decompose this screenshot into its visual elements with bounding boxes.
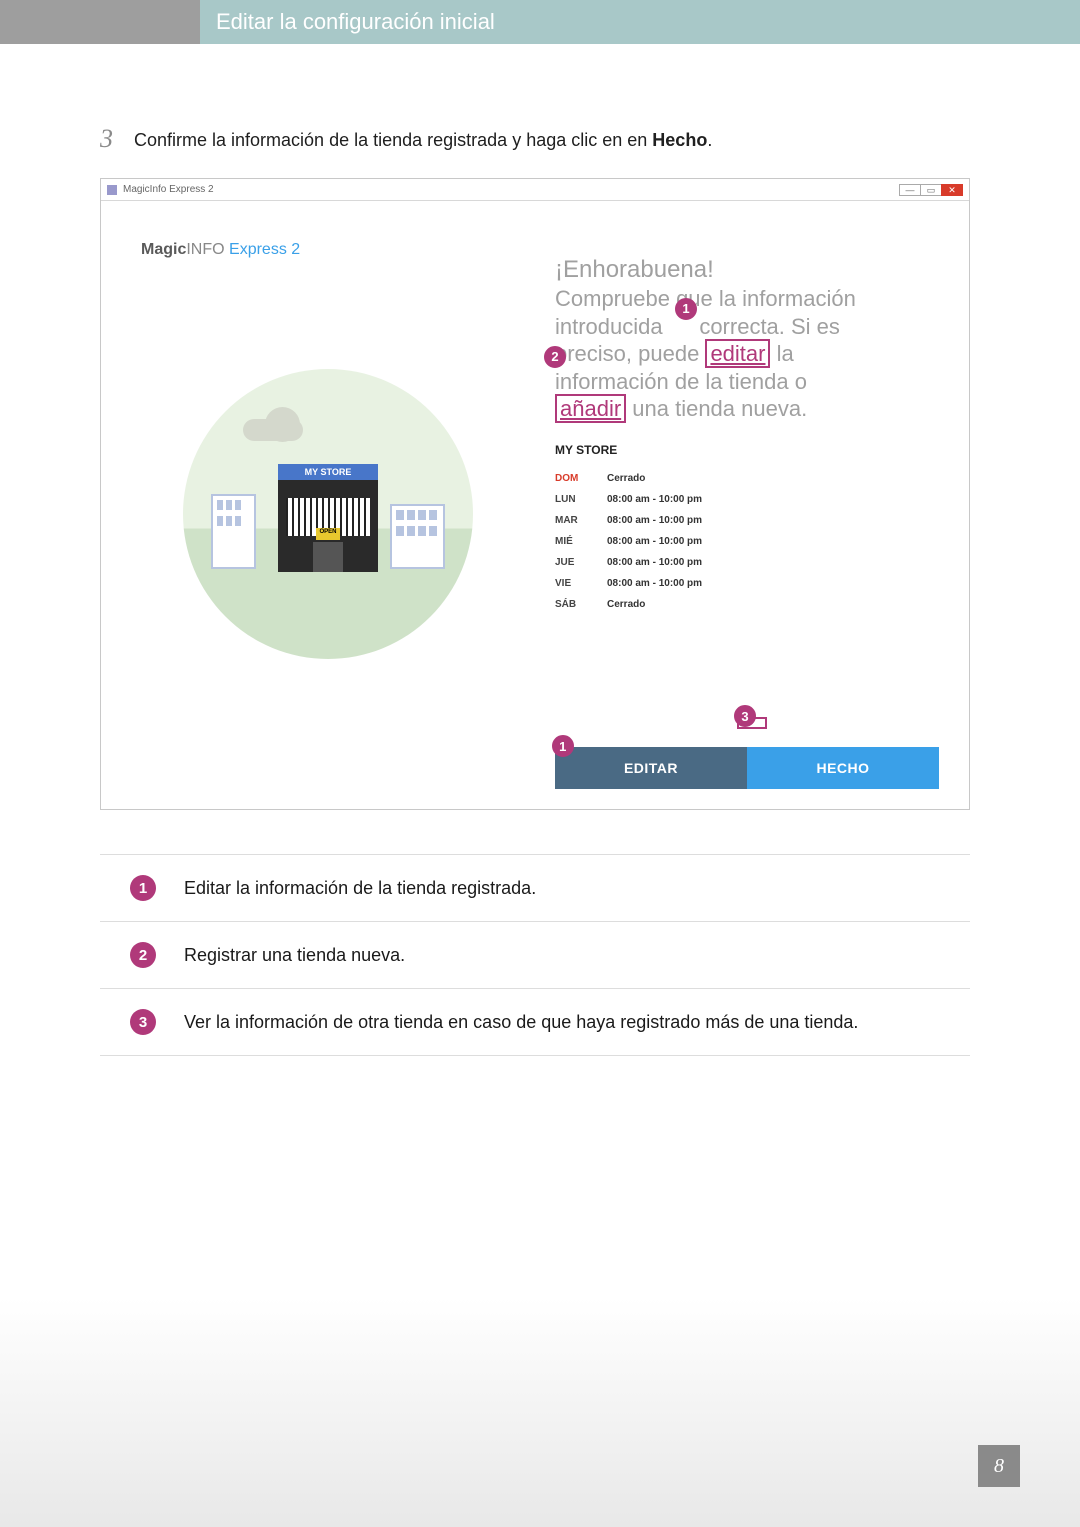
store-name-label: MY STORE [555, 443, 939, 457]
page-content: 3 Confirme la información de la tienda r… [0, 44, 1080, 1056]
app-right-pane: ¡Enhorabuena! Compruebe que la informaci… [535, 201, 969, 809]
hours-row: SÁB Cerrado [555, 599, 939, 610]
hours-value: 08:00 am - 10:00 pm [607, 515, 702, 526]
window-titlebar: MagicInfo Express 2 — ▭ ✕ [101, 179, 969, 201]
hours-row: VIE 08:00 am - 10:00 pm [555, 578, 939, 589]
pager-wrap: 3 [737, 717, 767, 729]
hours-row: LUN 08:00 am - 10:00 pm [555, 494, 939, 505]
hours-value: 08:00 am - 10:00 pm [607, 494, 702, 505]
day-label: DOM [555, 473, 585, 484]
congrats-line: preciso, puede editar la [555, 340, 939, 368]
congrats-line: introducida correcta. Si es [555, 313, 939, 341]
legend-text: Ver la información de otra tienda en cas… [184, 1012, 858, 1033]
step-row: 3 Confirme la información de la tienda r… [100, 124, 974, 154]
hours-row: MIÉ 08:00 am - 10:00 pm [555, 536, 939, 547]
day-label: SÁB [555, 599, 585, 610]
logo-info: INFO [186, 241, 224, 258]
step-text-bold: Hecho [652, 130, 707, 150]
app-screenshot: MagicInfo Express 2 — ▭ ✕ MagicINFO Expr… [100, 178, 970, 810]
legend-text: Registrar una tienda nueva. [184, 945, 405, 966]
legend-num: 1 [130, 875, 156, 901]
congrats-l3b: la [770, 341, 793, 366]
legend-row: 2 Registrar una tienda nueva. [100, 921, 970, 988]
callout-3: 3 [734, 705, 756, 727]
building-right-icon [390, 504, 445, 569]
legend-text: Editar la información de la tienda regis… [184, 878, 536, 899]
page-title: Editar la configuración inicial [200, 0, 1080, 44]
congrats-line: Compruebe que la información [555, 285, 939, 313]
app-body: MagicINFO Express 2 M [101, 201, 969, 809]
congrats-l5b: una tienda nueva. [626, 396, 807, 421]
legend-table: 1 Editar la información de la tienda reg… [100, 854, 970, 1056]
page-header: Editar la configuración inicial [0, 0, 1080, 44]
minimize-button[interactable]: — [899, 184, 921, 196]
step-text-a: Confirme la información de la tienda reg… [134, 130, 652, 150]
page-number: 8 [978, 1445, 1020, 1487]
day-label: JUE [555, 557, 585, 568]
legend-row: 3 Ver la información de otra tienda en c… [100, 988, 970, 1056]
hecho-button-label: HECHO [816, 760, 869, 776]
callout-1: 1 [552, 735, 574, 757]
editar-button-label: EDITAR [624, 760, 678, 776]
callout-2: 2 [544, 346, 566, 368]
congrats-line: añadir una tienda nueva. [555, 395, 939, 423]
hours-table: DOM Cerrado LUN 08:00 am - 10:00 pm MAR 08:… [555, 473, 939, 620]
window-buttons: — ▭ ✕ [900, 184, 963, 196]
hours-value: 08:00 am - 10:00 pm [607, 536, 702, 547]
congrats-line: información de la tienda o [555, 368, 939, 396]
anadir-link[interactable]: añadir [555, 394, 626, 423]
store-illustration: MY STORE OPEN [183, 369, 473, 659]
callout-1: 1 [675, 298, 697, 320]
hours-row: MAR 08:00 am - 10:00 pm [555, 515, 939, 526]
hours-value: Cerrado [607, 599, 645, 610]
hecho-button[interactable]: HECHO [747, 747, 939, 789]
store-sign: MY STORE [278, 464, 378, 480]
logo-version: 2 [291, 241, 300, 258]
congrats-title: ¡Enhorabuena! [555, 255, 939, 285]
congrats-l3a: preciso, puede [555, 341, 705, 366]
legend-num: 3 [130, 1009, 156, 1035]
app-favicon [107, 185, 117, 195]
building-left-icon [211, 494, 256, 569]
hours-row: DOM Cerrado [555, 473, 939, 484]
store-icon: MY STORE OPEN [278, 464, 378, 572]
maximize-button[interactable]: ▭ [920, 184, 942, 196]
close-button[interactable]: ✕ [941, 184, 963, 196]
day-label: MIÉ [555, 536, 585, 547]
step-number: 3 [100, 124, 118, 154]
button-row: 1 EDITAR HECHO [555, 747, 939, 789]
open-sign: OPEN [316, 528, 340, 540]
cloud-icon [265, 407, 300, 442]
legend-row: 1 Editar la información de la tienda reg… [100, 854, 970, 921]
legend-num: 2 [130, 942, 156, 968]
day-label: LUN [555, 494, 585, 505]
window-title: MagicInfo Express 2 [123, 184, 214, 195]
hours-value: 08:00 am - 10:00 pm [607, 578, 702, 589]
header-left-block [0, 0, 200, 44]
logo-express: Express [229, 241, 287, 258]
hours-row: JUE 08:00 am - 10:00 pm [555, 557, 939, 568]
congrats-message: ¡Enhorabuena! Compruebe que la informaci… [555, 255, 939, 423]
step-text-b: . [707, 130, 712, 150]
logo-magic: Magic [141, 241, 186, 258]
app-left-pane: MagicINFO Express 2 M [101, 201, 535, 809]
step-text: Confirme la información de la tienda reg… [134, 124, 712, 154]
hours-value: Cerrado [607, 473, 645, 484]
app-logo: MagicINFO Express 2 [141, 241, 515, 259]
hours-value: 08:00 am - 10:00 pm [607, 557, 702, 568]
editar-link[interactable]: editar [705, 339, 770, 368]
day-label: VIE [555, 578, 585, 589]
congrats-l2b: correcta. Si es [693, 314, 840, 339]
day-label: MAR [555, 515, 585, 526]
congrats-l2a: introducida [555, 314, 669, 339]
editar-button[interactable]: 1 EDITAR [555, 747, 747, 789]
